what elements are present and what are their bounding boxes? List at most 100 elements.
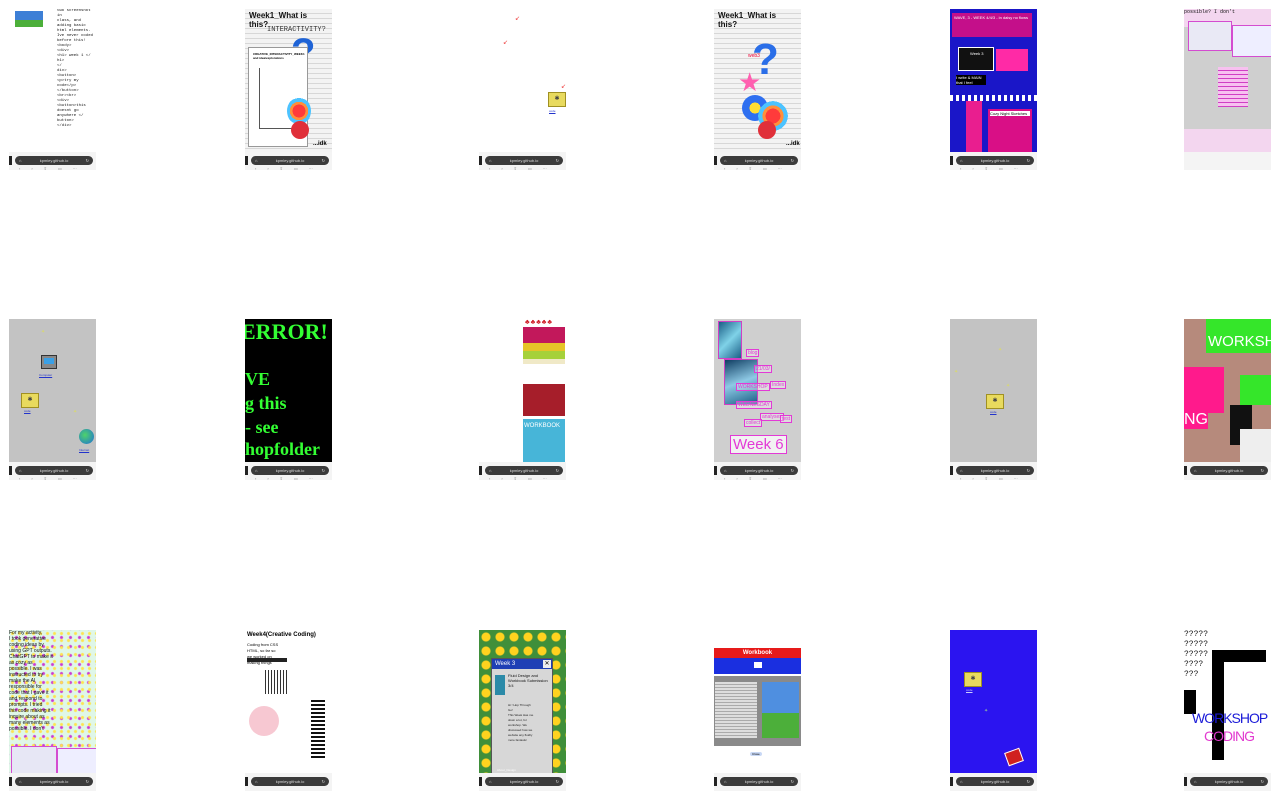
body-text: Coding from CSS HTML, so far so we worked … bbox=[247, 642, 291, 666]
magenta-block bbox=[1184, 367, 1224, 413]
cloud-word: 21/03/ bbox=[754, 365, 772, 373]
screen: WAVE, 3 - WEEK 4/4/3 - in daisy no flows… bbox=[950, 9, 1037, 152]
screen: Week 3 ✕ Fluid Design and Workbook Submi… bbox=[479, 630, 566, 773]
url-bar[interactable]: ⌂ kpmley.github.io ↻ bbox=[720, 466, 798, 475]
folder-icon[interactable]: ✱ bbox=[986, 394, 1004, 409]
url-bar[interactable]: ⌂ kpmley.github.io ↻ bbox=[15, 777, 93, 786]
screen: Workbook Close bbox=[714, 630, 801, 773]
folder-label: code bbox=[24, 409, 31, 413]
url-bar[interactable]: ⌂ kpmley.github.io ↻ bbox=[485, 777, 563, 786]
url-bar[interactable]: ⌂ kpmley.github.io ↻ bbox=[956, 466, 1034, 475]
browser-chrome: ⌂ kpmley.github.io ↻ ‹›⇧▭⋯ bbox=[479, 462, 566, 480]
browser-chrome: ⌂ kpmley.github.io ↻ ‹›⇧▭⋯ bbox=[245, 462, 332, 480]
magenta-band bbox=[523, 327, 565, 343]
screen: Week1_What is this? web3 ? ★ ...idk bbox=[714, 9, 801, 152]
error-line: VE bbox=[245, 369, 271, 389]
text-line: more fantastic bbox=[508, 738, 527, 742]
workbook-label: WORKBOOK bbox=[524, 423, 561, 429]
thumbnail-10[interactable]: blog 21/03/Index WORKSHOP WEDNESDAY analyses… bbox=[714, 319, 801, 480]
folder-icon[interactable]: ✱ bbox=[21, 393, 39, 408]
cloud-word: WORKSHOP bbox=[736, 383, 770, 391]
browser-chrome: ⌂ kpmley.github.io ↻ bbox=[245, 773, 332, 791]
green-block bbox=[1240, 375, 1271, 405]
close-button[interactable]: Close bbox=[750, 752, 762, 756]
green-band bbox=[523, 351, 565, 359]
thumbnail-16[interactable]: Workbook Close ⌂ kpmley.github.io ↻ bbox=[714, 630, 801, 791]
close-icon[interactable]: ✕ bbox=[543, 660, 551, 668]
browser-chrome: ⌂ kpmley.github.io ↻ ‹›⇧▭⋯ bbox=[9, 462, 96, 480]
thumbnail-15[interactable]: Week 3 ✕ Fluid Design and Workbook Submi… bbox=[479, 630, 566, 791]
white-block bbox=[1240, 429, 1271, 462]
idk-text: ...idk bbox=[786, 141, 800, 147]
browser-chrome: ⌂ kpmley.github.io ↻ bbox=[950, 773, 1037, 791]
black-strip bbox=[247, 658, 287, 662]
screen: ♣♣♣♣♣ WORKBOOK bbox=[479, 319, 566, 462]
browser-chrome: ⌂ kpmley.github.io ↻ ‹›⇧▭⋯ bbox=[714, 152, 801, 170]
code-line: two screenshot in bbox=[57, 9, 91, 18]
url-bar[interactable]: ⌂ kpmley.github.io ↻ bbox=[485, 156, 563, 165]
thumbnail-14[interactable]: Week4(Creative Coding) Coding from CSS HT… bbox=[245, 630, 332, 791]
browser-chrome: ⌂ kpmley.github.io ↻ bbox=[714, 773, 801, 791]
url-bar[interactable]: ⌂ kpmley.github.io ↻ bbox=[720, 156, 798, 165]
cloud-word: collect bbox=[744, 419, 763, 427]
red-blob bbox=[758, 121, 776, 139]
thumbnail-2[interactable]: Week1_What is this? INTERACTIVITY? ? CRE… bbox=[245, 9, 332, 170]
red-block bbox=[523, 384, 565, 416]
url-bar[interactable]: ⌂ kpmley.github.io ↻ bbox=[15, 466, 93, 475]
screen: Week1_What is this? INTERACTIVITY? ? CRE… bbox=[245, 9, 332, 152]
thumbnail-1[interactable]: two screenshot in class, and adding basic h… bbox=[9, 9, 96, 170]
computer-icon[interactable] bbox=[41, 355, 57, 369]
url-bar[interactable]: ⌂ kpmley.github.io ↻ bbox=[1190, 466, 1268, 475]
window-title: Week 3 bbox=[495, 661, 516, 667]
folder-label: code bbox=[549, 109, 556, 113]
thumbnail-18[interactable]: ?????????????????????? WORKSHOP CODING ⌂… bbox=[1184, 630, 1271, 791]
blue-band bbox=[714, 658, 801, 674]
thumbnail-9[interactable]: ♣♣♣♣♣ WORKBOOK ⌂ kpmley.github.io ↻ ‹›⇧▭⋯ bbox=[479, 319, 566, 480]
cursor-mark: ↙ bbox=[503, 40, 509, 46]
yellow-band bbox=[523, 343, 565, 351]
browser-chrome: ⌂ kpmley.github.io ↻ bbox=[1184, 773, 1271, 791]
url-bar[interactable]: ⌂ kpmley.github.io ↻ bbox=[720, 777, 798, 786]
thumbnail-5[interactable]: WAVE, 3 - WEEK 4/4/3 - in daisy no flows… bbox=[950, 9, 1037, 170]
thumbnail-6[interactable]: possible? I don't bbox=[1184, 9, 1271, 170]
thumbnail-7[interactable]: Computer ✱ code Internet ✦ ✦ ⌂ kpmley.git… bbox=[9, 319, 96, 480]
text-panel bbox=[715, 682, 757, 738]
browser-nav: ‹›⇧▭⋯ bbox=[19, 166, 88, 170]
url-bar[interactable]: ⌂ kpmley.github.io ↻ bbox=[251, 156, 329, 165]
thumbnail-17[interactable]: ✱ code ✦ ⌂ kpmley.github.io ↻ bbox=[950, 630, 1037, 791]
screen: possible? I don't bbox=[1184, 9, 1271, 152]
coding-text: CODING bbox=[1204, 728, 1255, 744]
url-bar[interactable]: ⌂ kpmley.github.io ↻ bbox=[251, 777, 329, 786]
nav-button[interactable] bbox=[753, 662, 762, 668]
error-heading: ERROR! bbox=[245, 319, 328, 344]
red-blob bbox=[291, 121, 309, 139]
screen: ?????????????????????? WORKSHOP CODING bbox=[1184, 630, 1271, 773]
thumbnail-11[interactable]: ✦ ✦ ✦ ✱ code ⌂ kpmley.github.io ↻ ‹›⇧▭⋯ bbox=[950, 319, 1037, 480]
url-bar[interactable]: ⌂ kpmley.github.io ↻ bbox=[1190, 777, 1268, 786]
error-line: - see bbox=[245, 417, 279, 437]
browser-chrome: ⌂ kpmley.github.io ↻ bbox=[1184, 462, 1271, 480]
thumbnail-8[interactable]: ERROR! VE g this - see hopfolder ⌂ kpmley… bbox=[245, 319, 332, 480]
idk-text: ...idk bbox=[313, 141, 327, 147]
thumbnail-4[interactable]: Week1_What is this? web3 ? ★ ...idk ⌂ kpm… bbox=[714, 9, 801, 170]
thumbnail-12[interactable]: WORKSH NG ⌂ kpmley.github.io ↻ bbox=[1184, 319, 1271, 480]
pin-row: ♣♣♣♣♣ bbox=[525, 319, 553, 326]
code-text: two screenshot in class, and adding basic h… bbox=[57, 9, 95, 129]
url-bar[interactable]: ⌂ kpmley.github.io ↻ bbox=[485, 466, 563, 475]
thumbnail-13[interactable]: For my activity, I took generative coding … bbox=[9, 630, 96, 791]
thumbnail-3[interactable]: ↙ ↙ ↙ ✱ code ⌂ kpmley.github.io ↻ ‹›⇧▭⋯ bbox=[479, 9, 566, 170]
question-line: ????? bbox=[1184, 630, 1209, 639]
globe-icon[interactable] bbox=[79, 429, 94, 444]
screen: two screenshot in class, and adding basic h… bbox=[9, 9, 96, 152]
folder-icon[interactable]: ✱ bbox=[548, 92, 566, 107]
book-icon[interactable] bbox=[1004, 747, 1024, 767]
url-bar[interactable]: ⌂ kpmley.github.io ↻ bbox=[251, 466, 329, 475]
url-bar[interactable]: ⌂ kpmley.github.io ↻ bbox=[956, 777, 1034, 786]
title-text: possible? I don't bbox=[1184, 9, 1236, 15]
workshop-text: WORKSH bbox=[1208, 333, 1271, 350]
question-line: ????? bbox=[1184, 650, 1209, 659]
url-bar[interactable]: ⌂ kpmley.github.io ↻ bbox=[956, 156, 1034, 165]
card-title: CREATIVE_INTERACTIVITY_WEEK1 and idea/ex… bbox=[253, 52, 305, 60]
url-bar[interactable]: ⌂ kpmley.github.io ↻ bbox=[15, 156, 93, 165]
folder-icon[interactable]: ✱ bbox=[964, 672, 982, 687]
